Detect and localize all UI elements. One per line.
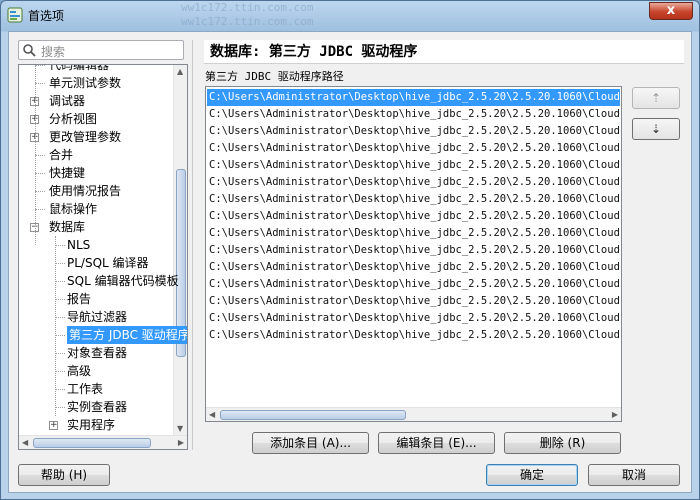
tree-connector xyxy=(55,353,65,354)
edit-entry-button[interactable]: 编辑条目 (E)... xyxy=(378,432,495,454)
page-title: 数据库: 第三方 JDBC 驱动程序 xyxy=(204,40,684,64)
dialog-body: 搜索 ▲ ▼ ◀ ▶ 代码编辑器 单元测试参数 + 调试器 + 分析视图 + 更改管理参数 合并… xyxy=(8,31,692,493)
scroll-left-icon[interactable]: ◀ xyxy=(209,410,215,419)
list-horizontal-scrollbar[interactable]: ◀ ▶ xyxy=(206,407,621,421)
tree-horizontal-scrollbar[interactable]: ◀ ▶ xyxy=(19,435,187,449)
tree-item-label: 数据库 xyxy=(49,220,86,234)
delete-button[interactable]: 删除 (R) xyxy=(504,432,621,454)
close-icon: x xyxy=(666,3,676,18)
panel-splitter[interactable] xyxy=(192,40,193,450)
tree-connector xyxy=(35,65,36,245)
jdbc-path-item[interactable]: C:\Users\Administrator\Desktop\hive_jdbc… xyxy=(207,191,620,208)
jdbc-path-item[interactable]: C:\Users\Administrator\Desktop\hive_jdbc… xyxy=(207,225,620,242)
jdbc-path-label: 第三方 JDBC 驱动程序路径 xyxy=(205,70,344,83)
tree-connector xyxy=(35,191,45,192)
search-box[interactable]: 搜索 xyxy=(18,40,184,60)
tree-item-label: 快捷键 xyxy=(49,166,86,180)
tree-item-label: 第三方 JDBC 驱动程序 xyxy=(67,326,187,344)
tree-item-label: 更改管理参数 xyxy=(49,130,122,144)
background-ghost-text: ww1c172.ttin.com.com xyxy=(181,1,314,14)
search-icon xyxy=(23,44,36,57)
tree-item-label: 使用情况报告 xyxy=(49,184,122,198)
jdbc-path-item[interactable]: C:\Users\Administrator\Desktop\hive_jdbc… xyxy=(207,242,620,259)
tree-item-label: NLS xyxy=(67,238,91,252)
scroll-right-icon[interactable]: ▶ xyxy=(612,410,618,419)
tree-item-label: 工作表 xyxy=(67,382,104,396)
help-button[interactable]: 帮助 (H) xyxy=(18,464,110,486)
tree-item-label: 代码编辑器 xyxy=(49,64,110,72)
tree-connector xyxy=(55,371,65,372)
tree-item-label: 实例查看器 xyxy=(67,400,128,414)
search-placeholder: 搜索 xyxy=(41,45,66,59)
tree-connector xyxy=(35,209,45,210)
tree-connector xyxy=(55,335,65,336)
preferences-icon xyxy=(7,7,23,23)
tree-connector xyxy=(55,236,56,416)
jdbc-path-item[interactable]: C:\Users\Administrator\Desktop\hive_jdbc… xyxy=(207,157,620,174)
close-button[interactable]: x xyxy=(649,2,693,20)
scroll-down-icon[interactable]: ▼ xyxy=(177,424,183,433)
jdbc-path-item[interactable]: C:\Users\Administrator\Desktop\hive_jdbc… xyxy=(207,208,620,225)
tree-connector xyxy=(55,281,65,282)
jdbc-path-item[interactable]: C:\Users\Administrator\Desktop\hive_jdbc… xyxy=(207,89,620,106)
add-entry-button[interactable]: 添加条目 (A)... xyxy=(252,432,369,454)
move-down-button[interactable]: ⇣ xyxy=(632,118,680,140)
expand-icon[interactable]: + xyxy=(49,421,58,430)
tree-connector xyxy=(35,173,45,174)
tree-connector xyxy=(55,299,65,300)
scroll-left-icon[interactable]: ◀ xyxy=(22,438,28,447)
jdbc-path-item[interactable]: C:\Users\Administrator\Desktop\hive_jdbc… xyxy=(207,276,620,293)
tree-connector xyxy=(55,245,65,246)
jdbc-path-item[interactable]: C:\Users\Administrator\Desktop\hive_jdbc… xyxy=(207,140,620,157)
move-down-icon: ⇣ xyxy=(650,122,662,136)
jdbc-path-item[interactable]: C:\Users\Administrator\Desktop\hive_jdbc… xyxy=(207,327,620,344)
tree-item-label: 合并 xyxy=(49,148,74,162)
tree-item-label: 鼠标操作 xyxy=(49,202,98,216)
tree-connector xyxy=(55,407,65,408)
scroll-thumb[interactable] xyxy=(220,410,406,420)
tree-item-label: 高级 xyxy=(67,364,92,378)
preferences-tree: ▲ ▼ ◀ ▶ 代码编辑器 单元测试参数 + 调试器 + 分析视图 + 更改管理参数 合并 快捷键… xyxy=(18,64,188,450)
preferences-window: 首选项 ww1c172.ttin.com.com ww1c172.ttin.co… xyxy=(0,0,700,500)
tree-connector xyxy=(35,155,45,156)
jdbc-path-item[interactable]: C:\Users\Administrator\Desktop\hive_jdbc… xyxy=(207,310,620,327)
ok-button[interactable]: 确定 xyxy=(486,464,578,486)
background-ghost-text: ww1c172.ttin.com.com xyxy=(181,15,314,28)
tree-item-label: PL/SQL 编译器 xyxy=(67,256,149,270)
scroll-thumb[interactable] xyxy=(33,438,151,448)
tree-item-label: 分析视图 xyxy=(49,112,98,126)
tree-item-label: 实用程序 xyxy=(67,418,116,432)
tree-item-label: 导航过滤器 xyxy=(67,310,128,324)
tree-item-label: SQL 编辑器代码模板 xyxy=(67,274,179,288)
tree-item-label: 调试器 xyxy=(49,94,86,108)
tree-vertical-scrollbar[interactable]: ▲ ▼ xyxy=(173,65,187,435)
move-up-button[interactable]: ⇡ xyxy=(632,87,680,109)
move-up-icon: ⇡ xyxy=(650,91,662,105)
jdbc-path-item[interactable]: C:\Users\Administrator\Desktop\hive_jdbc… xyxy=(207,259,620,276)
scroll-right-icon[interactable]: ▶ xyxy=(178,438,184,447)
cancel-button[interactable]: 取消 xyxy=(588,464,680,486)
window-title: 首选项 xyxy=(28,9,65,23)
jdbc-path-item[interactable]: C:\Users\Administrator\Desktop\hive_jdbc… xyxy=(207,293,620,310)
tree-item-label: 对象查看器 xyxy=(67,346,128,360)
jdbc-path-item[interactable]: C:\Users\Administrator\Desktop\hive_jdbc… xyxy=(207,123,620,140)
jdbc-path-item[interactable]: C:\Users\Administrator\Desktop\hive_jdbc… xyxy=(207,106,620,123)
tree-item-label: 报告 xyxy=(67,292,92,306)
tree-item-label: 单元测试参数 xyxy=(49,76,122,90)
tree-connector xyxy=(55,389,65,390)
tree-connector xyxy=(35,65,45,66)
title-bar[interactable]: 首选项 ww1c172.ttin.com.com ww1c172.ttin.co… xyxy=(1,1,699,29)
jdbc-path-list[interactable]: ◀ ▶ C:\Users\Administrator\Desktop\hive_… xyxy=(205,86,622,422)
tree-connector xyxy=(35,83,45,84)
jdbc-path-item[interactable]: C:\Users\Administrator\Desktop\hive_jdbc… xyxy=(207,174,620,191)
tree-connector xyxy=(55,317,65,318)
scroll-up-icon[interactable]: ▲ xyxy=(177,67,183,76)
tree-connector xyxy=(55,263,65,264)
